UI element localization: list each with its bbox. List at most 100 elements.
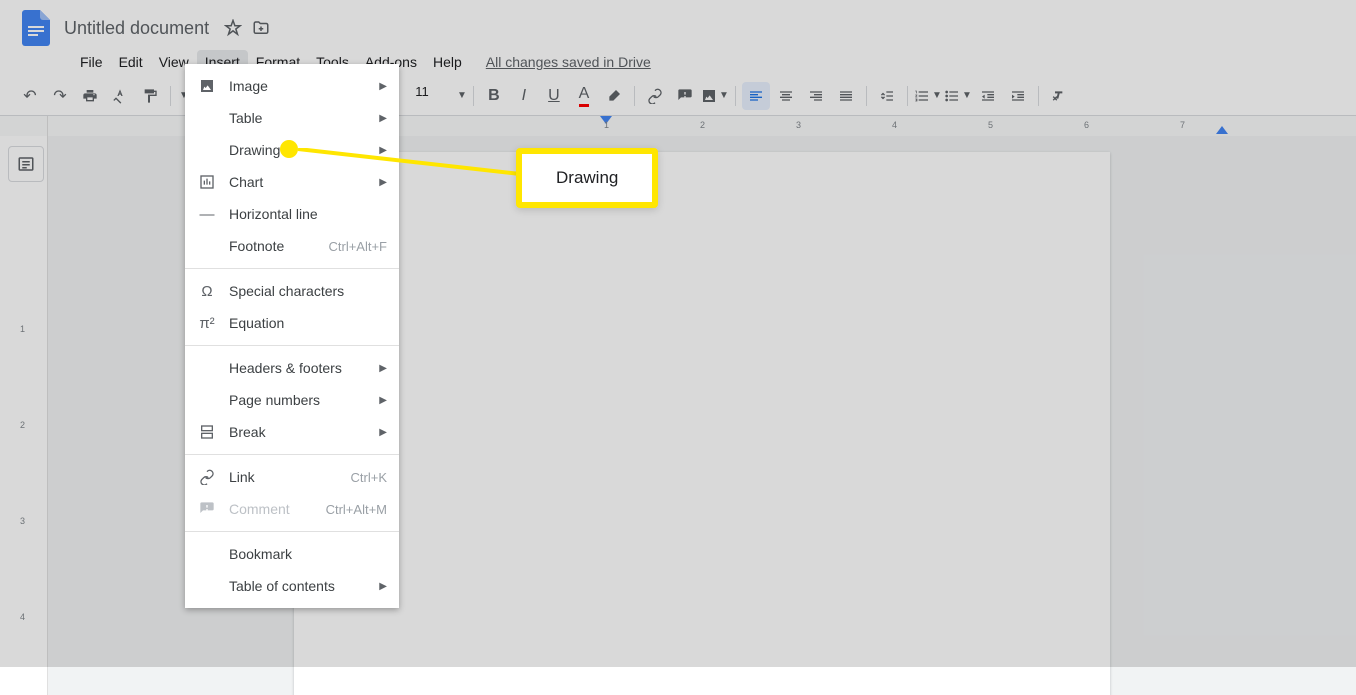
label: Page numbers <box>229 392 379 408</box>
label: Link <box>229 469 351 485</box>
italic-button[interactable]: I <box>510 82 538 110</box>
redo-button[interactable]: ↷ <box>46 82 74 110</box>
menu-help[interactable]: Help <box>425 50 470 74</box>
decrease-indent-button[interactable] <box>974 82 1002 110</box>
omega-icon: Ω <box>197 283 217 300</box>
insert-headers-footers[interactable]: Headers & footers▶ <box>185 352 399 384</box>
ruler-tick: 1 <box>604 120 609 130</box>
vruler-tick: 4 <box>20 612 25 622</box>
pi-icon: π² <box>197 315 217 332</box>
label: Bookmark <box>229 546 387 562</box>
separator <box>866 86 867 106</box>
image-icon <box>197 78 217 94</box>
separator <box>907 86 908 106</box>
annotation-callout: Drawing <box>516 148 658 208</box>
ruler-tick: 6 <box>1084 120 1089 130</box>
font-size-input[interactable]: 11 <box>403 84 453 108</box>
document-title[interactable]: Untitled document <box>64 18 209 39</box>
ruler-tick: 3 <box>796 120 801 130</box>
docs-logo[interactable] <box>16 8 56 48</box>
link-icon <box>197 469 217 485</box>
bold-button[interactable]: B <box>480 82 508 110</box>
text-color-button[interactable]: A <box>570 82 598 110</box>
chevron-right-icon: ▶ <box>379 81 387 92</box>
ruler-tick: 5 <box>988 120 993 130</box>
star-icon[interactable] <box>221 16 245 40</box>
separator <box>634 86 635 106</box>
highlight-button[interactable] <box>600 82 628 110</box>
align-center-button[interactable] <box>772 82 800 110</box>
align-justify-button[interactable] <box>832 82 860 110</box>
document-page[interactable] <box>294 152 1110 695</box>
outline-toggle-button[interactable] <box>8 146 44 182</box>
separator <box>185 345 399 346</box>
insert-link-button[interactable] <box>641 82 669 110</box>
annotation-dot <box>280 140 298 158</box>
clear-formatting-button[interactable] <box>1045 82 1073 110</box>
chevron-right-icon: ▶ <box>379 363 387 374</box>
label: Horizontal line <box>229 206 387 222</box>
line-spacing-button[interactable] <box>873 82 901 110</box>
paint-format-button[interactable] <box>136 82 164 110</box>
label: Comment <box>229 501 326 517</box>
shortcut: Ctrl+K <box>351 470 387 485</box>
insert-toc[interactable]: Table of contents▶ <box>185 570 399 602</box>
insert-image-button[interactable]: ▼ <box>701 82 729 110</box>
separator <box>185 268 399 269</box>
label: Table of contents <box>229 578 379 594</box>
underline-button[interactable]: U <box>540 82 568 110</box>
separator <box>185 454 399 455</box>
spellcheck-button[interactable] <box>106 82 134 110</box>
insert-footnote[interactable]: FootnoteCtrl+Alt+F <box>185 230 399 262</box>
insert-link[interactable]: LinkCtrl+K <box>185 461 399 493</box>
insert-comment: CommentCtrl+Alt+M <box>185 493 399 525</box>
break-icon <box>197 424 217 440</box>
vruler-tick: 2 <box>20 420 25 430</box>
label: Chart <box>229 174 379 190</box>
insert-image[interactable]: Image▶ <box>185 70 399 102</box>
label: Break <box>229 424 379 440</box>
chevron-right-icon: ▶ <box>379 113 387 124</box>
vertical-ruler[interactable]: 1 2 3 4 <box>0 136 48 695</box>
numbered-list-button[interactable]: ▼ <box>914 82 942 110</box>
menu-file[interactable]: File <box>72 50 111 74</box>
insert-equation[interactable]: π²Equation <box>185 307 399 339</box>
chevron-right-icon: ▶ <box>379 427 387 438</box>
vruler-tick: 1 <box>20 324 25 334</box>
label: Image <box>229 78 379 94</box>
title-bar: Untitled document <box>0 8 1356 48</box>
insert-break[interactable]: Break▶ <box>185 416 399 448</box>
label: Drawing <box>229 142 379 158</box>
print-button[interactable] <box>76 82 104 110</box>
insert-page-numbers[interactable]: Page numbers▶ <box>185 384 399 416</box>
insert-bookmark[interactable]: Bookmark <box>185 538 399 570</box>
separator <box>170 86 171 106</box>
ruler-tick: 4 <box>892 120 897 130</box>
label: Special characters <box>229 283 387 299</box>
vruler-tick: 3 <box>20 516 25 526</box>
callout-text: Drawing <box>556 168 618 187</box>
insert-horizontal-line[interactable]: —Horizontal line <box>185 198 399 230</box>
separator <box>735 86 736 106</box>
save-status[interactable]: All changes saved in Drive <box>486 54 651 70</box>
label: Footnote <box>229 238 328 254</box>
bulleted-list-button[interactable]: ▼ <box>944 82 972 110</box>
separator <box>185 531 399 532</box>
move-folder-icon[interactable] <box>249 16 273 40</box>
align-left-button[interactable] <box>742 82 770 110</box>
label: Headers & footers <box>229 360 379 376</box>
shortcut: Ctrl+Alt+F <box>328 239 387 254</box>
insert-table[interactable]: Table▶ <box>185 102 399 134</box>
separator <box>473 86 474 106</box>
insert-chart[interactable]: Chart▶ <box>185 166 399 198</box>
insert-special-chars[interactable]: Ω Special characters <box>185 275 399 307</box>
undo-button[interactable]: ↶ <box>16 82 44 110</box>
chevron-right-icon: ▶ <box>379 145 387 156</box>
chevron-right-icon: ▶ <box>379 581 387 592</box>
insert-comment-button[interactable] <box>671 82 699 110</box>
chevron-down-icon[interactable]: ▼ <box>457 90 467 101</box>
chevron-right-icon: ▶ <box>379 177 387 188</box>
menu-edit[interactable]: Edit <box>111 50 151 74</box>
align-right-button[interactable] <box>802 82 830 110</box>
increase-indent-button[interactable] <box>1004 82 1032 110</box>
